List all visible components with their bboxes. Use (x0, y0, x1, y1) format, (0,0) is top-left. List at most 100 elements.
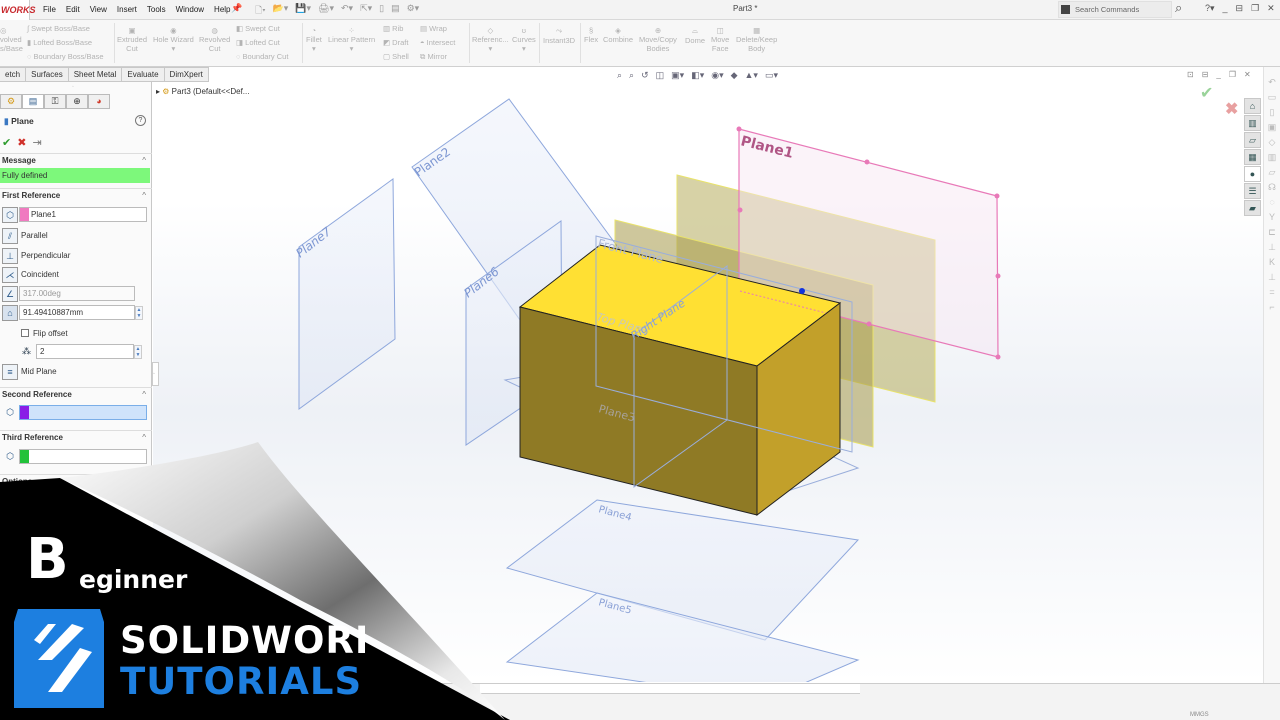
view-settings-icon[interactable]: ▭▾ (765, 70, 778, 81)
rebuild-icon[interactable]: ▯ (379, 3, 384, 19)
menu-view[interactable]: View (85, 0, 112, 20)
ribbon-combine[interactable]: ◈ Combine (603, 26, 633, 44)
display-manager-icon[interactable]: ◕ (88, 94, 110, 109)
sketch-toolbar-strip[interactable]: ↶ ▭ ▯ ▣ ◇ ▥ ▱ ☊ ◌ Y ⊏ ⊥ K ⊥ = ⌐ (1263, 67, 1280, 697)
tab-surfaces[interactable]: Surfaces (26, 67, 69, 82)
ribbon-linear-pattern[interactable]: ⁘ Linear Pattern ▾ (328, 26, 375, 53)
ribbon-instant3d[interactable]: ⤳ Instant3D (543, 26, 575, 45)
search-input[interactable]: Search Commands (1075, 5, 1139, 14)
ribbon-boundary-cut[interactable]: ◌ Boundary Cut (236, 52, 288, 61)
confirm-corner-ok-icon[interactable]: ✔ (1200, 83, 1213, 103)
collapse-caret-icon[interactable]: ^ (142, 189, 146, 203)
open-icon[interactable]: 📂▾ (273, 3, 289, 19)
options-header[interactable]: Options (0, 474, 152, 488)
ribbon-reference-geometry[interactable]: ◇ Referenc... ▾ (472, 26, 509, 53)
configuration-manager-icon[interactable]: ⚿ (44, 94, 66, 109)
ribbon-flex[interactable]: § Flex (584, 26, 598, 44)
help-icon[interactable]: ?▾ (1205, 3, 1215, 14)
ribbon-rib[interactable]: ▥ Rib (383, 24, 403, 33)
units-selector[interactable]: MMGS (1190, 712, 1209, 718)
viewport-icon-1[interactable]: ⊡ (1187, 70, 1194, 79)
third-reference-selection[interactable] (19, 449, 147, 464)
help-icon[interactable]: ? (135, 115, 146, 126)
viewport-minimize-icon[interactable]: _ (1216, 70, 1220, 79)
select-icon[interactable]: ⇱▾ (360, 3, 372, 19)
perpendicular-option[interactable]: ⊥ Perpendicular (0, 247, 152, 265)
undo-icon[interactable]: ↶▾ (341, 3, 353, 19)
first-reference-selection[interactable]: Plane1 (19, 207, 147, 222)
menu-file[interactable]: File (38, 0, 61, 20)
tab-evaluate[interactable]: Evaluate (122, 67, 165, 82)
new-document-icon[interactable]: 🗋▾ (255, 3, 266, 19)
ribbon-extruded-cut[interactable]: ▣ Extruded Cut (117, 26, 147, 53)
zoom-to-fit-icon[interactable]: ⌕ (617, 70, 622, 81)
file-properties-icon[interactable]: ▤ (391, 3, 400, 19)
ribbon-dome[interactable]: ⌓ Dome (685, 26, 705, 45)
tile-icon[interactable]: ⊟ (1236, 3, 1244, 14)
panel-collapse-handle[interactable]: ◦ (152, 362, 159, 386)
mid-plane-option[interactable]: ≡ Mid Plane (0, 363, 152, 381)
menu-window[interactable]: Window (171, 0, 209, 20)
pin-icon[interactable]: 📌 (231, 3, 242, 14)
menu-insert[interactable]: Insert (112, 0, 142, 20)
panel-splitter-grip[interactable]: ◦ (72, 84, 74, 90)
angle-icon[interactable]: ∠ (2, 286, 18, 302)
ribbon-mirror[interactable]: ⧉ Mirror (420, 52, 447, 62)
save-icon[interactable]: 💾▾ (295, 3, 311, 19)
search-commands[interactable]: Search Commands (1058, 1, 1172, 18)
ribbon-revolved-cut[interactable]: ◍ Revolved Cut (199, 26, 230, 53)
hide-show-icon[interactable]: ◉▾ (711, 70, 723, 81)
edit-appearance-icon[interactable]: ◆ (731, 70, 738, 81)
ribbon-lofted-boss[interactable]: ▮ Lofted Boss/Base (27, 38, 92, 47)
ribbon-lofted-cut[interactable]: ◨ Lofted Cut (236, 38, 280, 47)
solidworks-resources-icon[interactable]: ⌂ (1244, 98, 1261, 114)
solidworks-logo[interactable]: WORKS (0, 0, 36, 20)
second-reference-selection[interactable] (19, 405, 147, 420)
forum-icon[interactable]: ▰ (1244, 200, 1261, 216)
search-icon[interactable]: ⌕ (1175, 0, 1182, 16)
collapse-caret-icon[interactable]: ^ (142, 431, 146, 445)
viewport-close-icon[interactable]: ✕ (1244, 70, 1251, 79)
ribbon-draft[interactable]: ◩ Draft (383, 38, 408, 47)
property-manager-icon[interactable]: ▤ (22, 94, 44, 109)
angle-input[interactable]: 317.00deg (19, 286, 135, 301)
model-view[interactable]: Plane7 Plane2 Plane6 Plane4 Plane5 Plane… (153, 82, 1263, 682)
viewport-icon-2[interactable]: ⊟ (1202, 70, 1209, 79)
parallel-option[interactable]: ⫽ Parallel (0, 227, 152, 245)
instances-spinner[interactable]: ▲ ▼ (134, 345, 142, 359)
feature-manager-icon[interactable]: ⚙ (0, 94, 22, 109)
ribbon-wrap[interactable]: ▤ Wrap (420, 24, 447, 33)
ribbon-revolved-boss[interactable]: ◎ volved s/Base (0, 26, 23, 53)
dimxpert-icon[interactable]: ⊕ (66, 94, 88, 109)
design-library-icon[interactable]: ▥ (1244, 115, 1261, 131)
number-of-planes-input[interactable]: 2 ▲ ▼ (36, 344, 142, 359)
tab-sketch[interactable]: etch (0, 67, 27, 82)
display-style-icon[interactable]: ◧▾ (691, 70, 704, 81)
viewport-restore-icon[interactable]: ❐ (1229, 70, 1236, 79)
ribbon-swept-boss[interactable]: ∫ Swept Boss/Base (27, 24, 90, 33)
tab-dimxpert[interactable]: DimXpert (164, 67, 209, 82)
plane7[interactable] (298, 178, 396, 410)
view-palette-icon[interactable]: ▦ (1244, 149, 1261, 165)
print-icon[interactable]: 🖨▾ (318, 3, 334, 19)
ribbon-shell[interactable]: ▢ Shell (383, 52, 409, 61)
offset-distance-icon[interactable]: ⌂ (2, 305, 18, 321)
appearances-icon[interactable]: ● (1244, 166, 1261, 182)
feature-tree-root[interactable]: ▸ ⚙ Part3 (Default<<Def... (156, 87, 249, 96)
graphics-area[interactable]: Plane7 Plane2 Plane6 Plane4 Plane5 Plane… (153, 82, 1263, 682)
ribbon-hole-wizard[interactable]: ◉ Hole Wizard ▾ (153, 26, 194, 53)
ribbon-curves[interactable]: ʊ Curves ▾ (512, 26, 536, 53)
collapse-caret-icon[interactable]: ^ (142, 388, 146, 402)
apply-scene-icon[interactable]: ▲▾ (745, 70, 758, 81)
options-gear-icon[interactable]: ⚙▾ (407, 3, 420, 19)
second-reference-header[interactable]: Second Reference ^ (0, 387, 152, 401)
previous-view-icon[interactable]: ↺ (641, 70, 649, 81)
flip-offset-checkbox[interactable] (21, 329, 29, 337)
menu-tools[interactable]: Tools (142, 0, 171, 20)
tab-sheet-metal[interactable]: Sheet Metal (68, 67, 123, 82)
offset-spinner[interactable]: ▲ ▼ (135, 306, 143, 320)
custom-properties-icon[interactable]: ☰ (1244, 183, 1261, 199)
cancel-x-icon[interactable]: ✖ (17, 136, 26, 149)
collapse-caret-icon[interactable]: ^ (142, 154, 146, 168)
minimize-icon[interactable]: _ (1223, 3, 1228, 14)
